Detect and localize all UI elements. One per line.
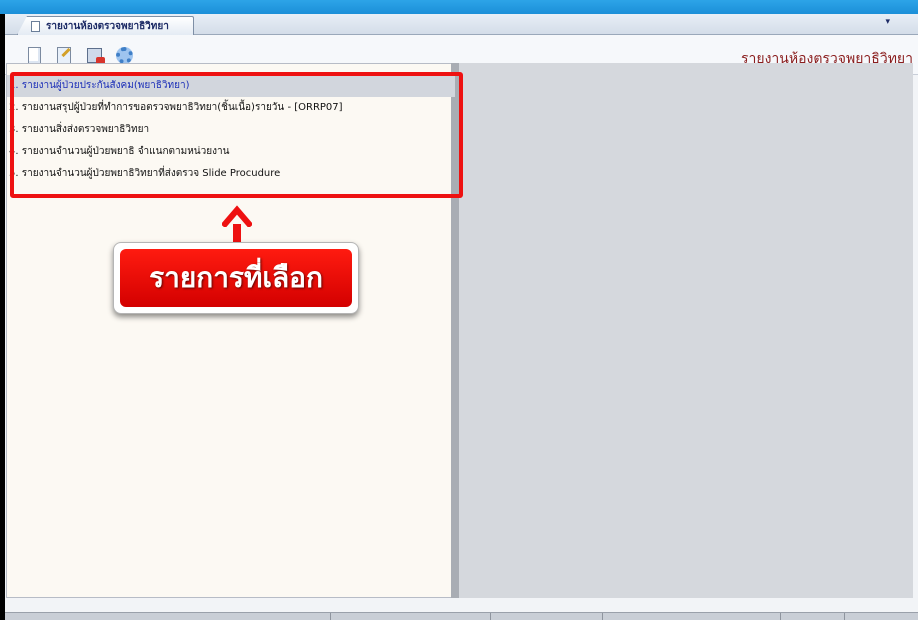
- tab-bar: รายงานห้องตรวจพยาธิวิทยา ▾: [5, 14, 918, 35]
- status-segment: [603, 613, 781, 620]
- callout-label: รายการที่เลือก: [120, 249, 352, 307]
- new-button[interactable]: [25, 46, 43, 64]
- report-tab-icon: [31, 21, 40, 32]
- status-segment: [331, 613, 491, 620]
- selection-highlight-box: [10, 72, 463, 198]
- print-icon: [86, 47, 105, 66]
- print-button[interactable]: [85, 46, 105, 66]
- report-preview-pane: [459, 63, 913, 598]
- annotation-callout: รายการที่เลือก: [113, 242, 359, 314]
- settings-button[interactable]: [115, 46, 133, 64]
- edit-document-icon: [57, 46, 71, 64]
- new-document-icon: [27, 46, 41, 64]
- status-segment: [781, 613, 845, 620]
- edit-button[interactable]: [55, 46, 73, 64]
- status-segment: [5, 613, 331, 620]
- tab-label: รายงานห้องตรวจพยาธิวิทยา: [46, 20, 169, 32]
- status-bar: [5, 612, 918, 620]
- settings-gear-icon: [115, 46, 133, 64]
- screen-top-strip: [0, 0, 918, 14]
- status-segment: [491, 613, 603, 620]
- tab-menu-dropdown-icon[interactable]: ▾: [885, 17, 890, 27]
- tab-pathology-report[interactable]: รายงานห้องตรวจพยาธิวิทยา: [17, 16, 194, 35]
